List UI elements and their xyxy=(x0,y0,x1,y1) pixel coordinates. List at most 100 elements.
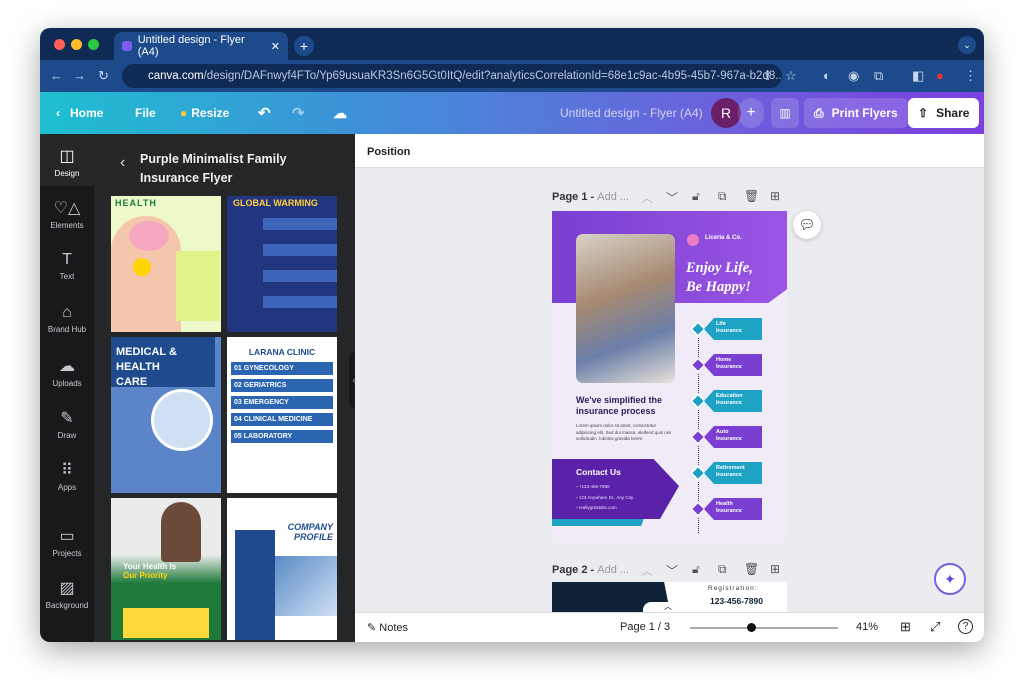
brand-icon: ⌂ xyxy=(62,304,72,321)
tab-title: Untitled design - Flyer (A4) xyxy=(137,34,245,58)
rail-item-label: Elements xyxy=(50,221,84,230)
page-indicator[interactable]: Page 1 / 3 xyxy=(620,621,670,633)
registration-phone: 123-456-7890 xyxy=(710,596,763,606)
move-up-icon[interactable]: ︿ xyxy=(641,562,653,579)
grid-view-icon[interactable]: ⊞ xyxy=(900,619,911,635)
add-collaborator-button[interactable]: + xyxy=(738,98,764,128)
insights-chart-icon[interactable]: ▥ xyxy=(771,98,799,128)
move-down-icon[interactable]: ﹀ xyxy=(666,189,678,206)
forward-icon[interactable]: → xyxy=(73,68,86,83)
service-item: Auto Insurance xyxy=(704,426,762,448)
page-2-title[interactable]: Page 2 - Add ... xyxy=(552,564,629,576)
cloud-saved-icon[interactable]: ☁ xyxy=(333,92,347,134)
profile-icon[interactable]: ● xyxy=(936,68,944,83)
avatar[interactable]: R xyxy=(711,98,741,128)
rail-item-text[interactable]: T Text xyxy=(40,251,94,281)
position-button[interactable]: Position xyxy=(355,134,984,168)
rail-item-design[interactable]: ◫ Design xyxy=(40,146,94,178)
grid-icon: ⠿ xyxy=(61,462,73,479)
rail-item-uploads[interactable]: ☁ Uploads xyxy=(40,356,94,388)
zoom-slider[interactable] xyxy=(690,627,838,629)
move-down-icon[interactable]: ﹀ xyxy=(666,562,678,579)
rail-item-draw[interactable]: ✎ Draw xyxy=(40,408,94,440)
side-rail: ◫ Design ♡△ Elements T Text ⌂ Brand Hub ☁ Uploads… xyxy=(40,134,94,642)
lock-icon[interactable]: 🔓︎ xyxy=(692,562,700,577)
service-icon xyxy=(689,500,707,518)
minimize-window-button[interactable] xyxy=(71,39,82,50)
body-text: Lorem ipsum dolor sit amet, consectetur … xyxy=(576,423,672,441)
template-thumbnail[interactable]: COMPANY PROFILE xyxy=(227,498,337,640)
text-icon: T xyxy=(62,251,72,268)
tab-bar: Untitled design - Flyer (A4) ✕ + ⌄ xyxy=(40,28,984,60)
add-page-icon[interactable]: ⊞ xyxy=(770,189,780,203)
menu-kebab-icon[interactable]: ⋮ xyxy=(964,68,977,84)
template-thumbnail[interactable]: HEALTH xyxy=(111,196,221,332)
service-item: Home Insurance xyxy=(704,354,762,376)
share-button[interactable]: ⇧ Share xyxy=(908,98,980,128)
template-thumbnail[interactable]: LARANA CLINIC 01 GYNECOLOGY 02 GERIATRIC… xyxy=(227,337,337,493)
reload-icon[interactable]: ↻ xyxy=(98,68,109,84)
family-photo xyxy=(576,234,675,383)
rail-item-label: Apps xyxy=(57,483,77,492)
share-page-icon[interactable]: ⇪ xyxy=(762,68,773,84)
document-title[interactable]: Untitled design - Flyer (A4) xyxy=(560,92,703,134)
rail-item-brand-hub[interactable]: ⌂ Brand Hub xyxy=(40,304,94,334)
page-1-title[interactable]: Page 1 - Add ... xyxy=(552,191,629,203)
resize-button[interactable]: ● Resize xyxy=(180,92,229,134)
rail-item-projects[interactable]: ▭ Projects xyxy=(40,526,94,558)
print-flyers-button[interactable]: ⎙ Print Flyers xyxy=(804,98,908,128)
add-page-icon[interactable]: ⊞ xyxy=(770,562,780,576)
maximize-window-button[interactable] xyxy=(88,39,99,50)
template-thumbnail[interactable]: MEDICAL & HEALTH CARE xyxy=(111,337,221,493)
home-button[interactable]: ‹ Home xyxy=(56,92,103,134)
help-icon[interactable]: ? xyxy=(958,619,973,634)
template-thumbnail[interactable]: GLOBAL WARMING xyxy=(227,196,337,332)
rail-item-background[interactable]: ▨ Background xyxy=(40,578,94,610)
contact-details: ▪ +123-456-7890 ▪ 123 Anywhere St., Any … xyxy=(576,484,634,510)
bookmark-star-icon[interactable]: ☆ xyxy=(785,68,797,84)
brand-logo-icon xyxy=(687,234,699,246)
browser-window: Untitled design - Flyer (A4) ✕ + ⌄ ← → ↻ … xyxy=(40,28,984,642)
url-input[interactable]: canva.com/design/DAFnwyf4FTo/Yp69usuaKR3… xyxy=(122,64,782,88)
color-extension-icon[interactable]: ◉ xyxy=(848,68,859,84)
trash-icon[interactable]: 🗑︎ xyxy=(744,189,759,203)
rail-item-label: Projects xyxy=(52,549,82,558)
pattern-icon: ▨ xyxy=(59,580,75,597)
rail-item-label: Text xyxy=(59,272,75,281)
trash-icon[interactable]: 🗑︎ xyxy=(744,562,759,576)
zoom-value[interactable]: 41% xyxy=(856,621,878,633)
print-icon: ⎙ xyxy=(814,105,824,120)
fullscreen-icon[interactable]: ⤢ xyxy=(930,619,940,635)
duplicate-icon[interactable]: ⧉ xyxy=(718,562,727,577)
undo-icon[interactable]: ↶ xyxy=(258,92,271,134)
close-tab-icon[interactable]: ✕ xyxy=(271,40,280,53)
extension-icon[interactable]: ◐ xyxy=(823,68,831,83)
comment-add-icon[interactable]: 💬︎ xyxy=(793,211,821,239)
service-icon xyxy=(689,464,707,482)
rail-item-apps[interactable]: ⠿ Apps xyxy=(40,460,94,492)
magic-sparkle-icon[interactable]: ✦ xyxy=(934,563,966,595)
headline: Enjoy Life, Be Happy! xyxy=(686,260,753,295)
rail-item-elements[interactable]: ♡△ Elements xyxy=(40,198,94,230)
contact-title: Contact Us xyxy=(576,467,621,477)
tab-list-button[interactable]: ⌄ xyxy=(958,36,976,54)
sidebar-toggle-icon[interactable]: ◧ xyxy=(912,68,924,84)
back-chevron-icon[interactable]: ‹ xyxy=(120,154,125,172)
show-pages-chevron-icon[interactable]: ︿ xyxy=(643,602,693,612)
template-thumbnail[interactable]: Your Health Is Our Priority xyxy=(111,498,221,640)
move-up-icon[interactable]: ︿ xyxy=(641,189,653,206)
file-menu-button[interactable]: File xyxy=(135,92,156,134)
flyer-page-1[interactable]: Liceria & Co. Enjoy Life, Be Happy! We've… xyxy=(552,211,787,542)
zoom-slider-handle[interactable] xyxy=(746,623,756,632)
service-item: Health Insurance xyxy=(704,498,762,520)
brand-name: Liceria & Co. xyxy=(705,235,742,241)
puzzle-extensions-icon[interactable]: ⧉ xyxy=(874,68,883,84)
new-tab-button[interactable]: + xyxy=(294,36,314,56)
notes-button[interactable]: ✎ Notes xyxy=(367,621,408,634)
close-window-button[interactable] xyxy=(54,39,65,50)
duplicate-icon[interactable]: ⧉ xyxy=(718,189,727,204)
back-icon[interactable]: ← xyxy=(50,68,63,83)
lock-icon[interactable]: 🔓︎ xyxy=(692,189,700,204)
browser-tab[interactable]: Untitled design - Flyer (A4) ✕ xyxy=(114,32,288,60)
redo-icon[interactable]: ↷ xyxy=(292,92,305,134)
